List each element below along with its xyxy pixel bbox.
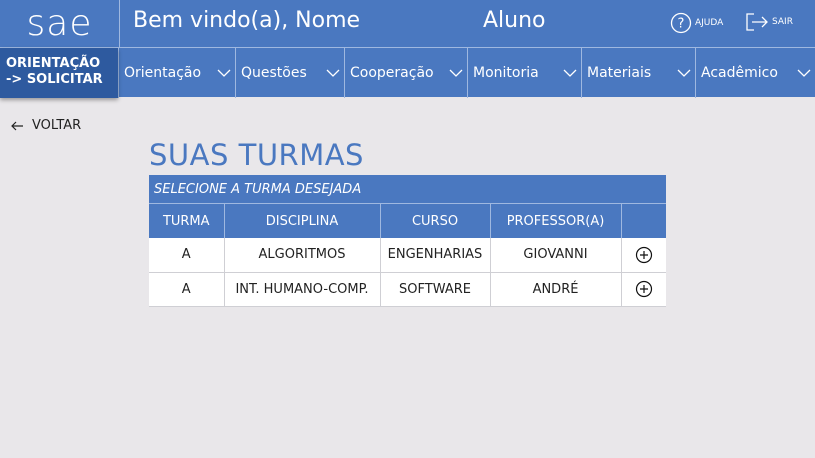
nav-item-orientacao[interactable]: Orientação bbox=[118, 48, 235, 98]
classes-grid: TURMA DISCIPLINA CURSO PROFESSOR(A) A AL… bbox=[149, 204, 666, 307]
back-label: VOLTAR bbox=[32, 118, 82, 133]
column-header-turma: TURMA bbox=[149, 204, 225, 238]
nav-item-label: Questões bbox=[241, 65, 307, 81]
cell-action bbox=[621, 238, 666, 273]
cell-curso: ENGENHARIAS bbox=[380, 238, 491, 273]
nav-item-questoes[interactable]: Questões bbox=[235, 48, 344, 98]
cell-action bbox=[621, 272, 666, 307]
plus-circle-icon[interactable] bbox=[635, 246, 653, 264]
nav-current-line2: -> SOLICITAR bbox=[6, 72, 103, 87]
plus-circle-icon[interactable] bbox=[635, 280, 653, 298]
logout-icon bbox=[746, 13, 768, 31]
chevron-down-icon bbox=[449, 69, 463, 77]
help-button[interactable]: ? AJUDA bbox=[670, 12, 723, 34]
sae-logo[interactable]: sae bbox=[0, 0, 120, 47]
logout-label: SAIR bbox=[772, 17, 793, 27]
nav-item-cooperacao[interactable]: Cooperação bbox=[344, 48, 467, 98]
nav-item-materiais[interactable]: Materiais bbox=[581, 48, 695, 98]
table-header-row: TURMA DISCIPLINA CURSO PROFESSOR(A) bbox=[149, 204, 666, 238]
nav-item-label: Acadêmico bbox=[701, 65, 778, 81]
welcome-text: Bem vindo(a), Nome bbox=[133, 8, 361, 33]
cell-disciplina: INT. HUMANO-COMP. bbox=[224, 272, 381, 307]
cell-turma: A bbox=[149, 272, 225, 307]
column-header-curso: CURSO bbox=[380, 204, 491, 238]
logout-button[interactable]: SAIR bbox=[745, 12, 793, 32]
classes-table: SELECIONE A TURMA DESEJADA TURMA DISCIPL… bbox=[149, 175, 666, 307]
table-row[interactable]: A INT. HUMANO-COMP. SOFTWARE ANDRÉ bbox=[149, 272, 666, 307]
cell-professor: ANDRÉ bbox=[490, 272, 622, 307]
cell-turma: A bbox=[149, 238, 225, 273]
user-role: Aluno bbox=[483, 8, 546, 33]
nav-item-label: Cooperação bbox=[350, 65, 434, 81]
back-link[interactable]: VOLTAR bbox=[11, 118, 81, 133]
table-row[interactable]: A ALGORITMOS ENGENHARIAS GIOVANNI bbox=[149, 238, 666, 273]
nav-current-section[interactable]: ORIENTAÇÃO -> SOLICITAR bbox=[0, 48, 118, 98]
help-label: AJUDA bbox=[695, 18, 724, 28]
nav-item-label: Monitoria bbox=[473, 65, 539, 81]
cell-disciplina: ALGORITMOS bbox=[224, 238, 381, 273]
column-header-professor: PROFESSOR(A) bbox=[490, 204, 622, 238]
help-icon: ? bbox=[670, 12, 692, 34]
nav-item-monitoria[interactable]: Monitoria bbox=[467, 48, 581, 98]
nav-item-academico[interactable]: Acadêmico bbox=[695, 48, 815, 98]
chevron-down-icon bbox=[217, 69, 231, 77]
nav-item-label: Materiais bbox=[587, 65, 652, 81]
nav-item-label: Orientação bbox=[124, 65, 202, 81]
chevron-down-icon bbox=[797, 69, 811, 77]
main-nav: ORIENTAÇÃO -> SOLICITAR Orientação Quest… bbox=[0, 47, 815, 98]
nav-current-line1: ORIENTAÇÃO bbox=[6, 56, 101, 71]
cell-curso: SOFTWARE bbox=[380, 272, 491, 307]
column-header-disciplina: DISCIPLINA bbox=[224, 204, 381, 238]
chevron-down-icon bbox=[563, 69, 577, 77]
column-header-action bbox=[621, 204, 666, 238]
app-header: sae Bem vindo(a), Nome Aluno ? AJUDA SAI… bbox=[0, 0, 815, 47]
chevron-down-icon bbox=[326, 69, 340, 77]
page-title: SUAS TURMAS bbox=[149, 138, 364, 172]
cell-professor: GIOVANNI bbox=[490, 238, 622, 273]
table-caption: SELECIONE A TURMA DESEJADA bbox=[149, 175, 666, 204]
chevron-down-icon bbox=[677, 69, 691, 77]
svg-text:?: ? bbox=[678, 17, 685, 32]
arrow-left-icon bbox=[11, 121, 23, 130]
